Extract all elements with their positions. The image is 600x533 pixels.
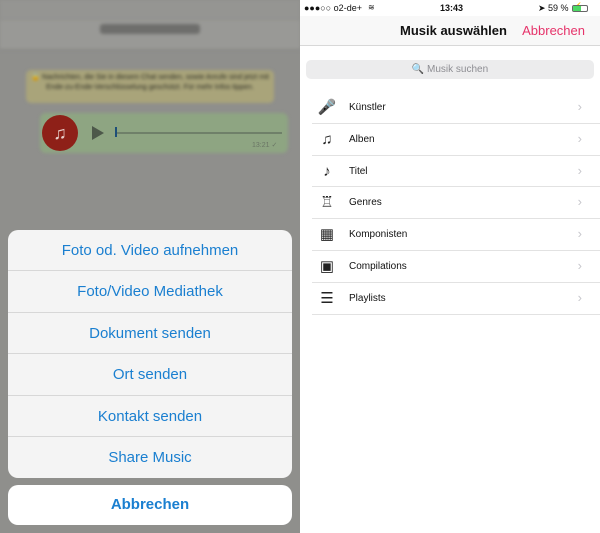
action-share-music[interactable]: Share Music: [8, 437, 292, 478]
message-time: 13:21 ✓: [252, 142, 278, 149]
chat-header: [0, 20, 300, 50]
carrier: ●●●○○ o2-de+: [304, 3, 362, 13]
list-item-label: Titel: [349, 165, 368, 177]
list-item-compilations[interactable]: ▣ Compilations ›: [300, 251, 600, 283]
clock: 13:43: [440, 3, 464, 13]
music-picker-panel: ●●●○○ o2-de+ ≋ 13:43 ➤ 59 % ⚡ Musik ausw…: [300, 0, 600, 533]
action-send-contact[interactable]: Kontakt senden: [8, 396, 292, 437]
list-item-label: Genres: [349, 197, 382, 209]
list-item-label: Playlists: [349, 292, 386, 304]
action-send-location[interactable]: Ort senden: [8, 354, 292, 396]
play-icon: [92, 126, 104, 140]
list-item-genres[interactable]: ♖ Genres ›: [300, 187, 600, 219]
chevron-right-icon: ›: [577, 194, 582, 210]
wifi-icon: ≋: [368, 3, 375, 12]
list-item-playlists[interactable]: ☰ Playlists ›: [300, 283, 600, 315]
status-bar: ●●●○○ o2-de+ ≋ 13:43 ➤ 59 % ⚡: [300, 0, 600, 16]
list-item-label: Komponisten: [349, 229, 408, 241]
action-photo-library[interactable]: Foto/Video Mediathek: [8, 271, 292, 313]
album-icon: ♫: [321, 130, 333, 148]
chevron-right-icon: ›: [577, 99, 582, 114]
list-item-label: Alben: [349, 133, 375, 145]
list-item-label: Künstler: [349, 102, 386, 113]
page-title: Musik auswählen: [400, 23, 507, 38]
piano-icon: ▦: [319, 226, 335, 244]
compilation-icon: ▣: [319, 257, 335, 275]
action-take-photo[interactable]: Foto od. Video aufnehmen: [8, 230, 292, 272]
chevron-right-icon: ›: [577, 289, 582, 305]
music-note-icon: ♫: [42, 115, 78, 151]
chevron-right-icon: ›: [577, 130, 582, 146]
list-item-songs[interactable]: ♪ Titel ›: [300, 156, 600, 188]
audio-progress-knob: [115, 127, 117, 137]
list-item-artists[interactable]: 🎤 Künstler ›: [300, 92, 600, 124]
audio-progress-track: [116, 132, 282, 134]
action-send-document[interactable]: Dokument senden: [8, 313, 292, 355]
chevron-right-icon: ›: [577, 226, 582, 242]
note-icon: ♪: [323, 162, 331, 180]
list-item-composers[interactable]: ▦ Komponisten ›: [300, 219, 600, 251]
search-input[interactable]: 🔍 Musik suchen: [306, 60, 594, 79]
list-item-albums[interactable]: ♫ Alben ›: [300, 124, 600, 156]
cancel-button[interactable]: Abbrechen: [8, 485, 292, 525]
whatsapp-panel: 🔒 Nachrichten, die Sie in diesem Chat se…: [0, 0, 300, 533]
playlist-icon: ☰: [320, 289, 334, 307]
encryption-notice: 🔒 Nachrichten, die Sie in diesem Chat se…: [26, 70, 274, 103]
nav-bar: Musik auswählen Abbrechen: [300, 16, 600, 46]
microphone-icon: 🎤: [317, 99, 337, 116]
battery-icon: ⚡: [572, 2, 588, 13]
battery-percent: ➤ 59 %: [538, 3, 569, 13]
list-item-label: Compilations: [349, 260, 407, 272]
chevron-right-icon: ›: [577, 257, 582, 273]
music-category-list: 🎤 Künstler › ♫ Alben › ♪ Titel › ♖ Genres › ▦ Komponi…: [300, 92, 600, 315]
status-bar: [0, 0, 300, 20]
action-sheet: Foto od. Video aufnehmen Foto/Video Medi…: [8, 230, 292, 479]
chevron-right-icon: ›: [577, 162, 582, 178]
genres-icon: ♖: [320, 194, 334, 212]
cancel-button[interactable]: Abbrechen: [522, 23, 585, 38]
